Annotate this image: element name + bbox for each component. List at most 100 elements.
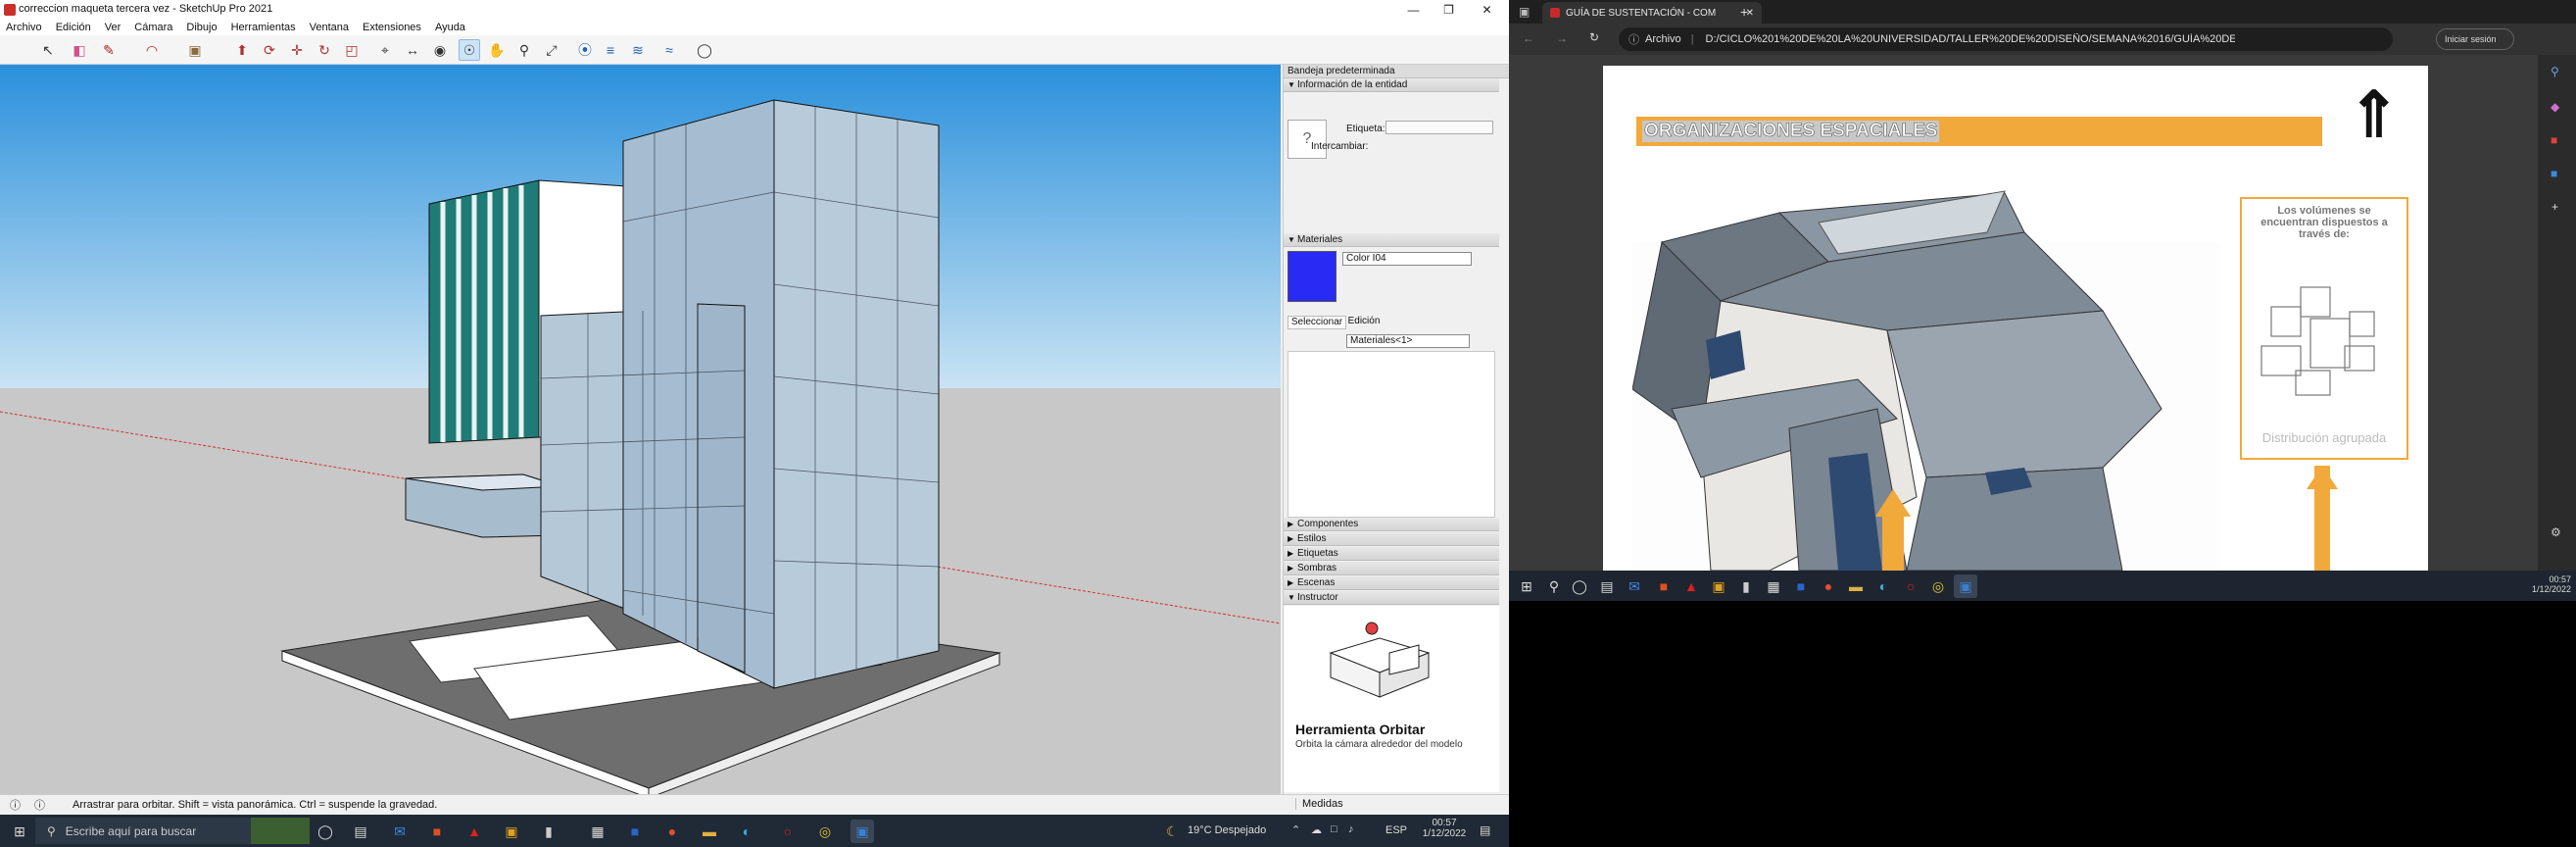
explorer-app-icon[interactable]: ▬ (698, 820, 721, 843)
network-icon[interactable]: □ (1331, 823, 1337, 835)
warehouse-icon[interactable]: ⦿ (574, 39, 596, 61)
line-tool-icon[interactable]: ✎ (98, 39, 120, 61)
address-bar[interactable]: ⓘ Archivo | D:/CICLO%201%20DE%20LA%20UNI… (1619, 27, 2393, 51)
opera-app-icon[interactable]: ○ (1899, 574, 1922, 598)
usb-app-icon[interactable]: ▮ (1734, 574, 1758, 598)
pdf-tab[interactable]: GUÍA DE SUSTENTACIÓN - COM ✕ (1542, 2, 1762, 24)
menu-extensiones[interactable]: Extensiones (363, 22, 421, 33)
forward-icon[interactable]: → (1556, 31, 1568, 45)
add-icon[interactable]: + (2552, 200, 2558, 214)
tab-seleccionar[interactable]: Seleccionar (1288, 316, 1346, 329)
shopping-icon[interactable]: ◆ (2551, 100, 2559, 114)
office-icon[interactable]: ■ (2551, 133, 2557, 147)
styles-icon[interactable]: ≈ (658, 39, 680, 61)
move-tool-icon[interactable]: ✛ (286, 39, 308, 61)
chrome-app-icon[interactable]: ◎ (813, 820, 837, 843)
tape-tool-icon[interactable]: ⌖ (374, 39, 396, 61)
outlook-icon[interactable]: ■ (2551, 167, 2557, 180)
select-tool-icon[interactable]: ↖ (37, 39, 59, 61)
pan-tool-icon[interactable]: ✋ (486, 39, 508, 61)
account-icon[interactable]: ◯ (694, 39, 715, 61)
section-escenas[interactable]: ▶ Escenas (1284, 576, 1499, 590)
start-icon[interactable]: ⊞ (1515, 574, 1538, 598)
section-instructor[interactable]: ▼ Instructor (1284, 591, 1499, 605)
weather-text[interactable]: 19°C Despejado (1188, 824, 1266, 836)
office-app-icon[interactable]: ■ (1652, 574, 1676, 598)
office-app-icon[interactable]: ■ (425, 820, 449, 843)
epc-app-icon[interactable]: ▦ (1762, 574, 1785, 598)
new-tab-icon[interactable]: + (1740, 4, 1748, 20)
extension-icon[interactable]: ≡ (600, 39, 621, 61)
tray-chevron-icon[interactable]: ⌃ (1291, 823, 1300, 836)
materials-list[interactable] (1288, 351, 1495, 518)
menu-herramientas[interactable]: Herramientas (231, 22, 296, 33)
task-view-icon[interactable]: ▤ (1595, 574, 1619, 598)
dimension-tool-icon[interactable]: ↔ (402, 39, 423, 61)
explorer-app-icon[interactable]: ▬ (1844, 574, 1868, 598)
opera-app-icon[interactable]: ○ (776, 820, 800, 843)
onedrive-icon[interactable]: ☁ (1311, 823, 1322, 836)
menu-ayuda[interactable]: Ayuda (435, 22, 465, 33)
rectangle-tool-icon[interactable]: ▣ (184, 39, 206, 61)
pdf-app-icon[interactable]: ▲ (1679, 574, 1703, 598)
powerpoint-app-icon[interactable]: ● (660, 820, 684, 843)
language-indicator[interactable]: ESP (1385, 824, 1407, 836)
materials-library-dropdown[interactable]: Materiales<1> (1346, 334, 1470, 348)
paint-tool-icon[interactable]: ◉ (429, 39, 451, 61)
rotate-tool-icon[interactable]: ↻ (314, 39, 335, 61)
back-icon[interactable]: ← (1523, 31, 1534, 45)
section-sombras[interactable]: ▶ Sombras (1284, 562, 1499, 575)
model-viewport[interactable] (0, 65, 1281, 794)
eraser-tool-icon[interactable]: ◧ (69, 39, 90, 61)
arc-tool-icon[interactable]: ◠ (141, 39, 163, 61)
material-swatch[interactable] (1288, 251, 1337, 302)
followme-tool-icon[interactable]: ⟳ (259, 39, 280, 61)
word-app-icon[interactable]: ■ (1789, 574, 1813, 598)
section-componentes[interactable]: ▶ Componentes (1284, 518, 1499, 531)
store-app-icon[interactable]: ▣ (500, 820, 523, 843)
search-icon[interactable]: ⚲ (2551, 65, 2559, 78)
settings-icon[interactable]: ⚙ (2551, 525, 2561, 539)
entity-info-section[interactable]: ▼ Información de la entidad (1284, 78, 1499, 92)
edge-app-icon[interactable]: ◐ (1871, 574, 1895, 598)
zoom-extents-icon[interactable]: ⤢ (541, 39, 562, 61)
sketchup-app-icon[interactable]: ▣ (1954, 574, 1977, 598)
menu-camara[interactable]: Cámara (134, 22, 172, 33)
word-app-icon[interactable]: ■ (623, 820, 647, 843)
clock-main[interactable]: 00:57 1/12/2022 (1417, 818, 1472, 839)
menu-archivo[interactable]: Archivo (6, 22, 42, 33)
cortana-icon[interactable]: ◯ (314, 820, 337, 843)
start-icon[interactable]: ⊞ (8, 820, 31, 843)
refresh-icon[interactable]: ↻ (1589, 30, 1599, 44)
section-estilos[interactable]: ▶ Estilos (1284, 532, 1499, 546)
task-view-icon[interactable]: ▤ (349, 820, 372, 843)
pushpull-tool-icon[interactable]: ⬆ (231, 39, 253, 61)
volume-icon[interactable]: ♪ (1348, 823, 1354, 835)
material-name-field[interactable]: Color I04 (1342, 252, 1472, 266)
taskbar-search-box[interactable]: ⚲ Escribe aquí para buscar (35, 818, 310, 844)
chrome-app-icon[interactable]: ◎ (1926, 574, 1950, 598)
menu-dibujo[interactable]: Dibujo (186, 22, 217, 33)
menu-ver[interactable]: Ver (105, 22, 122, 33)
pdf-app-icon[interactable]: ▲ (462, 820, 486, 843)
cortana-icon[interactable]: ◯ (1568, 574, 1591, 598)
usb-app-icon[interactable]: ▮ (537, 820, 560, 843)
orbit-tool-icon[interactable]: ☉ (459, 39, 480, 61)
zoom-tool-icon[interactable]: ⚲ (513, 39, 535, 61)
tab-actions-icon[interactable]: ▣ (1519, 5, 1530, 19)
epc-app-icon[interactable]: ▦ (586, 820, 609, 843)
sketchup-app-icon[interactable]: ▣ (851, 820, 874, 843)
scale-tool-icon[interactable]: ◰ (341, 39, 363, 61)
etiqueta-dropdown[interactable] (1385, 121, 1493, 134)
notification-icon[interactable]: ▤ (1480, 823, 1490, 837)
tab-edicion[interactable]: Edición (1344, 316, 1384, 329)
mail-app-icon[interactable]: ✉ (1623, 574, 1646, 598)
menu-ventana[interactable]: Ventana (310, 22, 349, 33)
layout-icon[interactable]: ≋ (627, 39, 649, 61)
search-icon[interactable]: ⚲ (1542, 574, 1566, 598)
edge-app-icon[interactable]: ◐ (735, 820, 758, 843)
close-button[interactable]: ✕ (1465, 0, 1509, 20)
store-app-icon[interactable]: ▣ (1707, 574, 1730, 598)
help-icon[interactable]: ⓘ (34, 797, 45, 813)
materials-section[interactable]: ▼ Materiales (1284, 233, 1499, 247)
